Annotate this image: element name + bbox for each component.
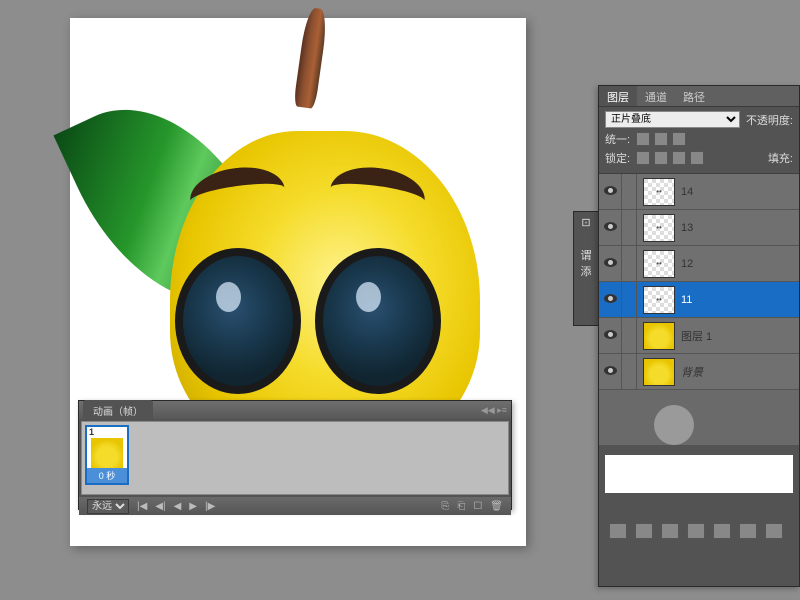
delete-layer-button[interactable] — [765, 523, 783, 539]
link-column[interactable] — [621, 354, 637, 389]
link-column[interactable] — [621, 318, 637, 353]
layer-thumbnail[interactable] — [643, 178, 675, 206]
layer-thumbnail[interactable] — [643, 250, 675, 278]
unify-icons[interactable] — [636, 132, 686, 146]
collapsed-panel-text-1: 谓 — [576, 247, 596, 263]
link-column[interactable] — [621, 174, 637, 209]
visibility-toggle[interactable] — [599, 186, 621, 198]
grey-circle-icon — [654, 405, 694, 445]
layer-thumbnail[interactable] — [643, 214, 675, 242]
eye-icon — [604, 258, 617, 267]
opacity-label: 不透明度: — [746, 112, 793, 128]
eye-icon — [604, 330, 617, 339]
tab-paths[interactable]: 路径 — [675, 86, 713, 106]
delete-frame-button[interactable]: 🗑 — [490, 501, 503, 512]
layer-name[interactable]: 图层 1 — [681, 328, 799, 344]
fill-label: 填充: — [768, 150, 793, 166]
eye-icon — [604, 186, 617, 195]
collapsed-panel-icon: ⊡ — [576, 216, 596, 229]
photoshop-workspace: 动画（帧） ◀◀ ▸≡ 1 0 秒 永远 |◀ ◀| ◀ ▶ |▶ ⎘ ⎗ ☐ … — [0, 0, 800, 600]
lock-label: 锁定: — [605, 150, 630, 166]
tab-layers[interactable]: 图层 — [599, 86, 637, 106]
first-frame-button[interactable]: |◀ — [137, 501, 147, 512]
link-layers-button[interactable] — [609, 523, 627, 539]
group-button[interactable] — [713, 523, 731, 539]
layer-row-13[interactable]: 13 — [599, 210, 799, 246]
new-frame-button[interactable]: ☐ — [473, 501, 482, 512]
link-column[interactable] — [621, 282, 637, 317]
collapsed-panel[interactable]: ⊡ 谓 添 — [573, 211, 599, 326]
layer-thumbnail[interactable] — [643, 358, 675, 386]
lock-icons[interactable] — [636, 151, 704, 165]
collapsed-panel-text-2: 添 — [576, 263, 596, 279]
layer-name[interactable]: 背景 — [681, 364, 799, 380]
back-button[interactable]: ◀ — [174, 501, 182, 512]
unify-label: 统一: — [605, 131, 630, 147]
layer-row-14[interactable]: 14 — [599, 174, 799, 210]
tween-button[interactable]: ⎘ — [441, 501, 449, 512]
layer-row-12[interactable]: 12 — [599, 246, 799, 282]
layer-name[interactable]: 11 — [681, 294, 799, 306]
layer-row-background[interactable]: 背景 — [599, 354, 799, 390]
animation-panel: 动画（帧） ◀◀ ▸≡ 1 0 秒 永远 |◀ ◀| ◀ ▶ |▶ ⎘ ⎗ ☐ … — [78, 400, 512, 510]
layer-thumbnail[interactable] — [643, 322, 675, 350]
animation-tab[interactable]: 动画（帧） — [83, 400, 153, 421]
animation-footer: 永远 |◀ ◀| ◀ ▶ |▶ ⎘ ⎗ ☐ 🗑 — [79, 497, 511, 515]
layer-thumbnail[interactable] — [643, 286, 675, 314]
layer-name[interactable]: 13 — [681, 222, 799, 234]
layers-options: 正片叠底 不透明度: 统一: 锁定: 填充: — [599, 107, 799, 174]
stem-shape — [293, 7, 329, 109]
prev-frame-button[interactable]: ◀| — [155, 501, 165, 512]
eye-right — [315, 248, 441, 394]
visibility-toggle[interactable] — [599, 294, 621, 306]
layer-name[interactable]: 12 — [681, 258, 799, 270]
duplicate-frame-button[interactable]: ⎗ — [457, 501, 465, 512]
animation-frames-area: 1 0 秒 — [81, 421, 509, 495]
visibility-toggle[interactable] — [599, 258, 621, 270]
layers-panel: 图层 通道 路径 正片叠底 不透明度: 统一: 锁定: 填充: — [598, 85, 800, 587]
adjustment-layer-button[interactable] — [687, 523, 705, 539]
layer-name[interactable]: 14 — [681, 186, 799, 198]
whitebox-area — [605, 455, 793, 493]
link-column[interactable] — [621, 246, 637, 281]
eye-icon — [604, 366, 617, 375]
visibility-toggle[interactable] — [599, 366, 621, 378]
layer-row-layer1[interactable]: 图层 1 — [599, 318, 799, 354]
eye-icon — [604, 294, 617, 303]
play-button[interactable]: ▶ — [189, 501, 197, 512]
layer-row-11[interactable]: 11 — [599, 282, 799, 318]
tab-channels[interactable]: 通道 — [637, 86, 675, 106]
new-layer-button[interactable] — [739, 523, 757, 539]
layer-list: 14 13 12 11 — [599, 174, 799, 445]
animation-frame-1[interactable]: 1 0 秒 — [85, 425, 129, 485]
frame-number: 1 — [89, 427, 94, 437]
link-column[interactable] — [621, 210, 637, 245]
blend-mode-select[interactable]: 正片叠底 — [605, 111, 740, 128]
frame-thumbnail — [91, 438, 123, 469]
loop-select[interactable]: 永远 — [87, 499, 129, 514]
next-frame-button[interactable]: |▶ — [205, 501, 215, 512]
layers-panel-tabs: 图层 通道 路径 — [599, 86, 799, 107]
panel-collapse-icon[interactable]: ◀◀ ▸≡ — [481, 405, 507, 416]
visibility-toggle[interactable] — [599, 330, 621, 342]
eye-icon — [604, 222, 617, 231]
layer-mask-button[interactable] — [661, 523, 679, 539]
layer-style-button[interactable] — [635, 523, 653, 539]
eye-left — [175, 248, 301, 394]
frame-duration[interactable]: 0 秒 — [87, 468, 127, 483]
layers-panel-footer — [609, 522, 789, 540]
visibility-toggle[interactable] — [599, 222, 621, 234]
animation-panel-header[interactable]: 动画（帧） ◀◀ ▸≡ — [79, 401, 511, 419]
